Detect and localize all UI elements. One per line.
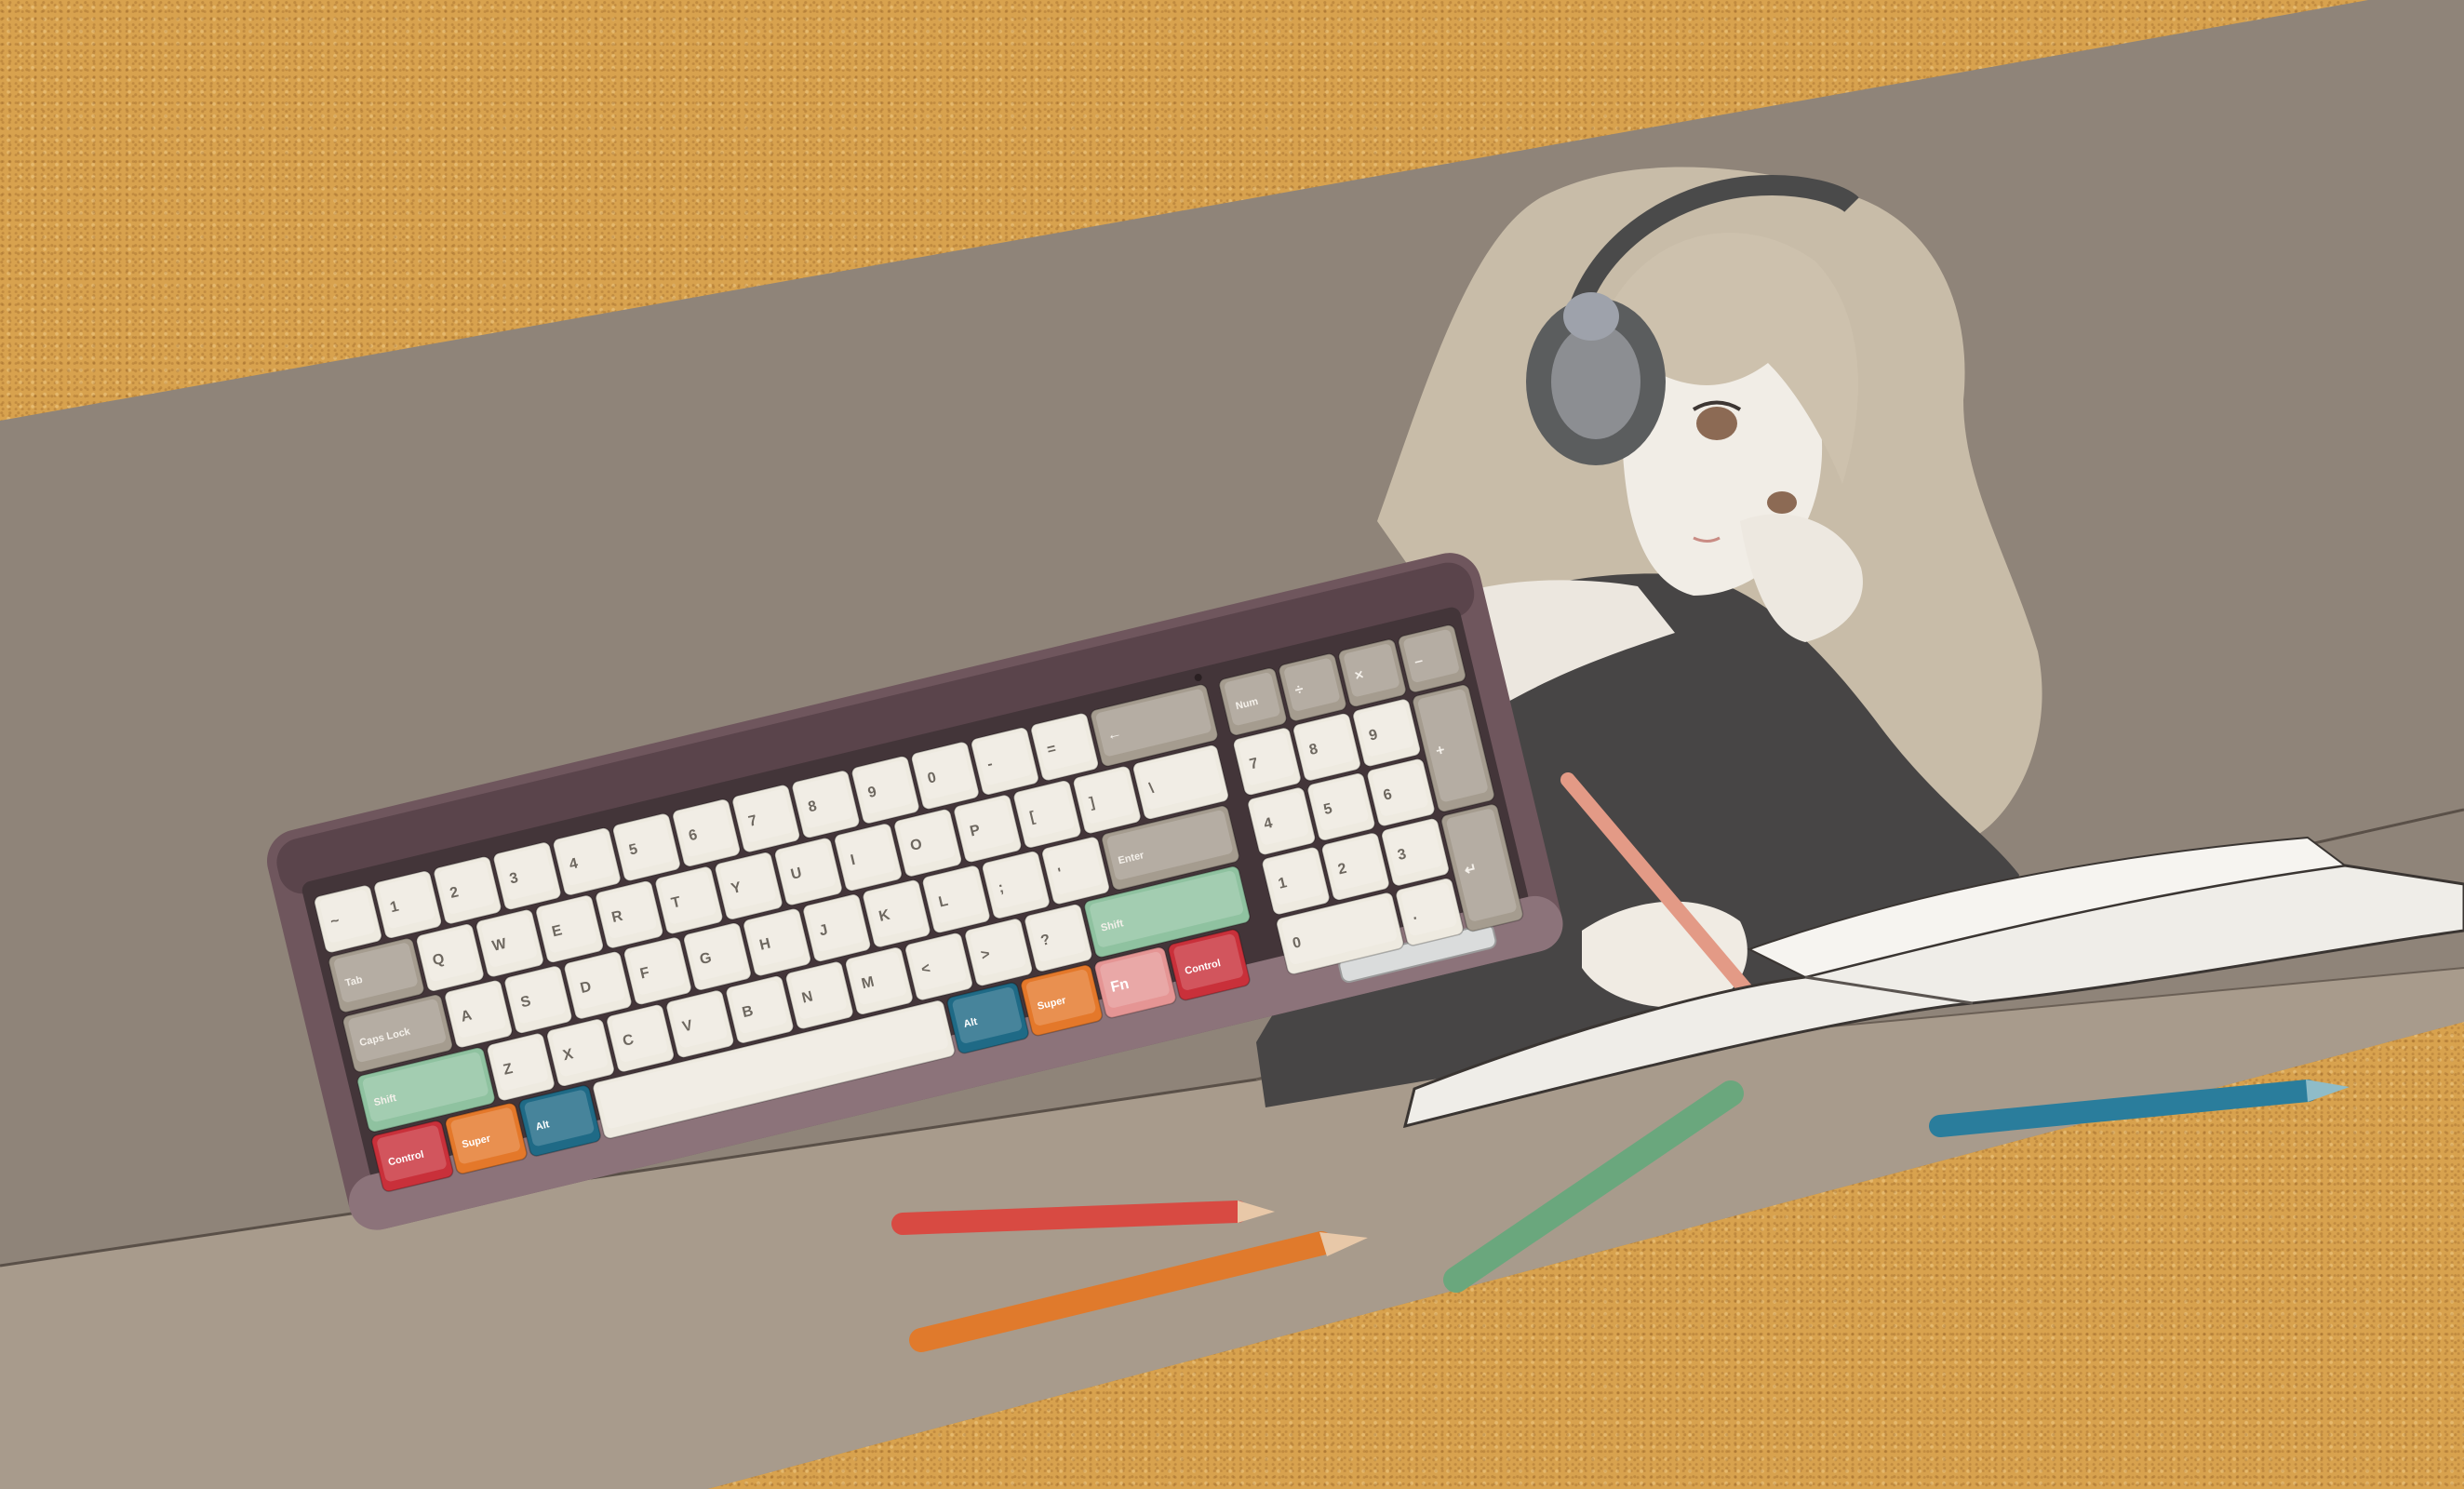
key-num-1: 1 [373, 870, 442, 939]
key-o: O [893, 809, 962, 878]
key-num-0: 0 [911, 741, 980, 811]
key-tilde: ~ [314, 884, 382, 954]
key-q: Q [416, 923, 485, 992]
key-numpad-9: 9 [1352, 698, 1421, 768]
key-numpad-1: 1 [1261, 846, 1331, 916]
key-z: Z [487, 1032, 556, 1102]
key-n: N [784, 960, 854, 1030]
key-numpad-dot: . [1395, 878, 1465, 946]
key-numpad-3: 3 [1381, 818, 1450, 887]
key-numpad-6: 6 [1366, 758, 1436, 827]
key-num-6: 6 [672, 798, 741, 867]
key-numpad-mul: × [1338, 638, 1407, 707]
key-num-2: 2 [433, 855, 502, 925]
key-b: B [725, 975, 795, 1044]
key-d: D [563, 951, 633, 1020]
key-num-8: 8 [791, 770, 861, 838]
key-num-=: = [1030, 712, 1099, 782]
key-f: F [623, 936, 692, 1006]
key-punct-10: ' [1041, 836, 1110, 905]
key-a: A [444, 979, 513, 1049]
key-numpad-7: 7 [1233, 727, 1302, 796]
key-numpad-num: Num [1218, 667, 1288, 736]
red-pencil [891, 1201, 1249, 1235]
key-w: W [475, 908, 544, 978]
key-i: I [834, 823, 903, 892]
desk-scene-svg: ~1234567890-=←TabQWERTYUIOP[]\Caps LockA… [0, 0, 2464, 1489]
key-bracket-11: ] [1072, 765, 1142, 835]
key-punct-7: < [904, 932, 973, 1001]
key-num--: - [971, 727, 1039, 796]
key-num-5: 5 [612, 812, 681, 882]
key-num-3: 3 [492, 841, 562, 910]
photo-scene: ~1 2 3 4 5 6 7 8 9 0- = ← Tab Q W E R T Y U I O P[] \ Caps Lock A… [0, 0, 2464, 1489]
key-r: R [595, 880, 663, 949]
key-h: H [743, 907, 811, 977]
key-s: S [503, 965, 573, 1034]
key-g: G [683, 922, 752, 991]
key-punct-9: ; [982, 851, 1051, 919]
key-numpad-div: ÷ [1278, 652, 1347, 722]
key-punct-9: ? [1024, 904, 1093, 973]
key-p: P [953, 794, 1023, 864]
key-numpad-2: 2 [1321, 832, 1390, 901]
key-e: E [535, 894, 604, 963]
key-numpad-5: 5 [1306, 772, 1376, 841]
key-numpad-minus: – [1398, 624, 1466, 693]
key-x: X [546, 1018, 615, 1087]
key-j: J [802, 893, 871, 962]
key-k: K [862, 879, 931, 948]
key-l: L [921, 865, 991, 933]
key-y: Y [714, 852, 783, 920]
key-m: M [845, 946, 914, 1015]
key-numpad-4: 4 [1247, 786, 1316, 856]
key-bracket-10: [ [1012, 780, 1082, 849]
key-c: C [606, 1003, 675, 1073]
key-t: T [654, 865, 724, 935]
key-punct-8: > [964, 918, 1033, 986]
key-u: U [774, 837, 843, 906]
key-v: V [665, 989, 734, 1058]
key-num-7: 7 [731, 784, 800, 853]
key-num-9: 9 [850, 756, 920, 825]
key-numpad-8: 8 [1292, 713, 1361, 782]
key-num-4: 4 [553, 827, 622, 896]
